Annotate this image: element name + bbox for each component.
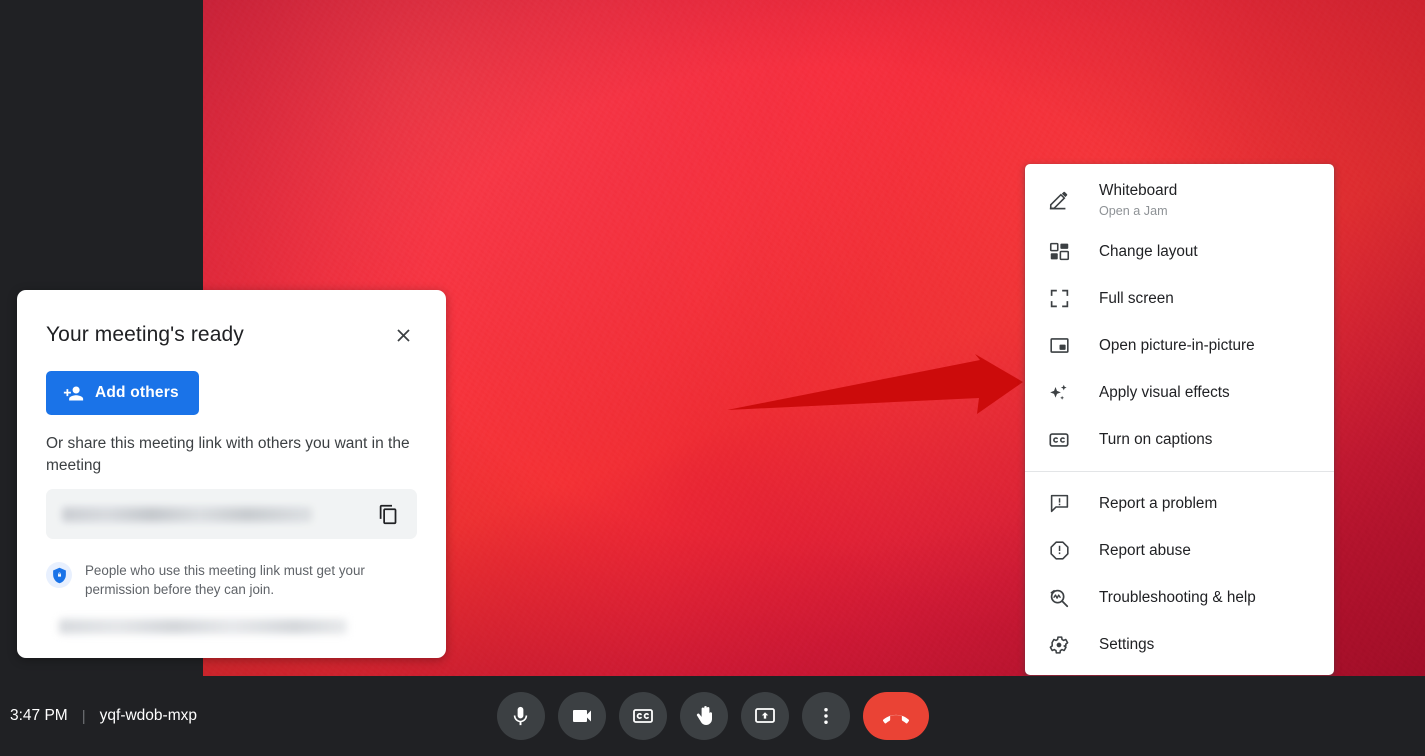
page-title: Your meeting's ready xyxy=(46,323,244,346)
meet-app-window: Your meeting's ready Add others Or share… xyxy=(0,0,1425,756)
menu-item-label: Apply visual effects xyxy=(1099,383,1230,401)
meeting-link-value xyxy=(62,506,312,522)
menu-item-label: Change layout xyxy=(1099,242,1198,260)
menu-item-full-screen[interactable]: Full screen xyxy=(1025,275,1334,322)
captions-button[interactable] xyxy=(618,692,667,740)
menu-item-sublabel: Open a Jam xyxy=(1099,203,1168,218)
menu-item-label: Full screen xyxy=(1099,289,1174,307)
more-options-button[interactable] xyxy=(801,692,850,740)
full-screen-icon xyxy=(1047,287,1071,311)
menu-item-turn-on-captions[interactable]: Turn on captions xyxy=(1025,416,1334,463)
menu-item-label: Open picture-in-picture xyxy=(1099,336,1255,354)
report-problem-icon xyxy=(1047,492,1071,516)
add-others-label: Add others xyxy=(95,384,179,401)
microphone-icon xyxy=(513,706,528,725)
menu-item-report-abuse[interactable]: Report abuse xyxy=(1025,527,1334,574)
menu-item-label: Turn on captions xyxy=(1099,430,1213,448)
present-screen-icon xyxy=(754,708,775,723)
shield-lock-icon xyxy=(52,567,66,583)
call-controls xyxy=(496,692,929,740)
menu-item-picture-in-picture[interactable]: Open picture-in-picture xyxy=(1025,322,1334,369)
raise-hand-button[interactable] xyxy=(679,692,728,740)
copy-icon xyxy=(379,504,396,524)
more-vertical-icon xyxy=(823,708,828,724)
menu-divider xyxy=(1025,471,1334,472)
share-link-instruction: Or share this meeting link with others y… xyxy=(46,435,410,474)
close-icon xyxy=(396,328,410,342)
microphone-button[interactable] xyxy=(496,692,545,740)
menu-item-apply-visual-effects[interactable]: Apply visual effects xyxy=(1025,369,1334,416)
whiteboard-pen-icon xyxy=(1047,188,1071,212)
change-layout-icon xyxy=(1047,240,1071,264)
menu-item-troubleshooting-help[interactable]: Troubleshooting & help xyxy=(1025,574,1334,621)
menu-item-label: Report a problem xyxy=(1099,494,1218,512)
menu-item-change-layout[interactable]: Change layout xyxy=(1025,228,1334,275)
close-button[interactable] xyxy=(388,320,418,350)
dialog-header: Your meeting's ready xyxy=(17,290,446,350)
current-time: 3:47 PM xyxy=(10,707,68,724)
menu-item-label: Whiteboard xyxy=(1099,181,1178,199)
menu-item-whiteboard[interactable]: Whiteboard Open a Jam xyxy=(1025,172,1334,228)
menu-item-label: Report abuse xyxy=(1099,541,1191,559)
report-abuse-icon xyxy=(1047,539,1071,563)
picture-in-picture-icon xyxy=(1047,334,1071,358)
menu-item-label: Troubleshooting & help xyxy=(1099,588,1256,606)
info-separator: | xyxy=(81,707,86,725)
sparkle-effects-icon xyxy=(1047,381,1071,405)
meeting-link-field[interactable] xyxy=(46,489,417,539)
copy-link-button[interactable] xyxy=(371,497,405,531)
closed-captions-icon xyxy=(632,709,653,723)
shield-lock-badge xyxy=(46,562,72,588)
leave-call-button[interactable] xyxy=(862,692,929,740)
meeting-ready-dialog: Your meeting's ready Add others Or share… xyxy=(17,290,446,658)
menu-item-label: Settings xyxy=(1099,635,1155,653)
add-others-button[interactable]: Add others xyxy=(46,371,199,415)
gear-icon xyxy=(1047,633,1071,657)
raised-hand-icon xyxy=(696,706,712,725)
present-screen-button[interactable] xyxy=(740,692,789,740)
closed-captions-icon xyxy=(1047,428,1071,452)
menu-item-settings[interactable]: Settings xyxy=(1025,621,1334,668)
dialog-footer-blurred-text xyxy=(59,619,347,634)
meeting-code: yqf-wdob-mxp xyxy=(99,707,197,724)
camera-icon xyxy=(572,710,591,722)
meeting-info: 3:47 PM | yqf-wdob-mxp xyxy=(10,707,197,725)
more-options-menu: Whiteboard Open a Jam Change layout Full… xyxy=(1025,164,1334,675)
permission-text: People who use this meeting link must ge… xyxy=(85,563,365,597)
bottom-toolbar: 3:47 PM | yqf-wdob-mxp xyxy=(0,676,1425,756)
permission-notice: People who use this meeting link must ge… xyxy=(46,561,417,599)
hangup-phone-icon xyxy=(882,714,909,724)
camera-button[interactable] xyxy=(557,692,606,740)
menu-item-report-a-problem[interactable]: Report a problem xyxy=(1025,480,1334,527)
troubleshooting-icon xyxy=(1047,586,1071,610)
person-add-icon xyxy=(63,386,84,400)
